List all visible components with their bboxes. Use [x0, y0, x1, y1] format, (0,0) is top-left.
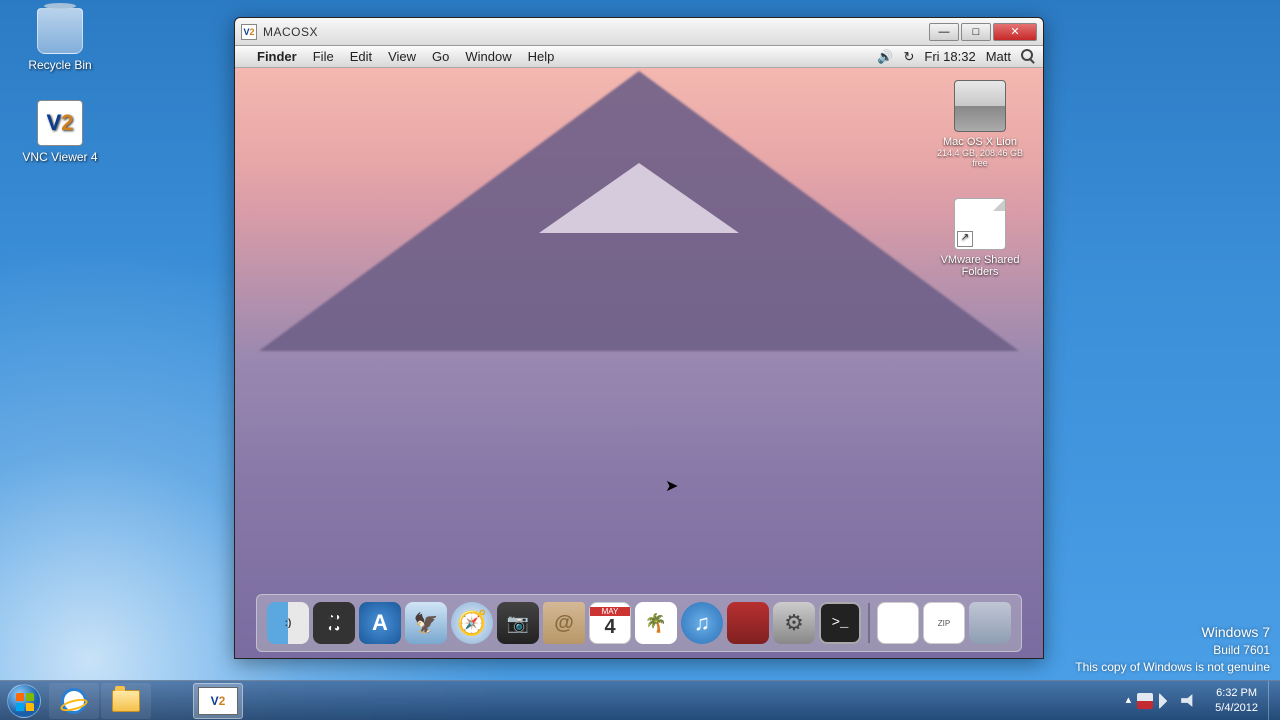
vnc-window-title: MACOSX — [263, 25, 318, 39]
vnc-titlebar[interactable]: V2 MACOSX — □ ✕ — [235, 18, 1043, 46]
windows-taskbar: V2 ▴ 6:32 PM 5/4/2012 — [0, 680, 1280, 720]
ie-icon — [61, 688, 87, 714]
taskbar-vnc-viewer[interactable]: V2 — [193, 683, 243, 719]
dock-zip-file[interactable] — [923, 602, 965, 644]
tray-network-icon[interactable] — [1159, 693, 1175, 709]
menu-edit[interactable]: Edit — [350, 49, 372, 64]
vnc-viewer-label: VNC Viewer 4 — [20, 150, 100, 164]
vnc-thumb-icon: V2 — [198, 687, 238, 715]
dock-itunes[interactable] — [681, 602, 723, 644]
dock-terminal[interactable] — [819, 602, 861, 644]
mac-dock: ◔◑◐◕ MAY 4 — [256, 594, 1022, 652]
dock-iphoto[interactable] — [635, 602, 677, 644]
dock-trash[interactable] — [969, 602, 1011, 644]
desktop-vmware-folders[interactable]: VMware Shared Folders — [935, 198, 1025, 278]
start-button[interactable] — [0, 681, 48, 720]
system-tray: ▴ 6:32 PM 5/4/2012 — [1118, 681, 1280, 720]
taskbar-explorer[interactable] — [101, 683, 151, 719]
dock-dashboard[interactable]: ◔◑◐◕ — [313, 602, 355, 644]
maximize-button[interactable]: □ — [961, 23, 991, 41]
vmware-folders-label: VMware Shared Folders — [935, 254, 1025, 278]
menu-view[interactable]: View — [388, 49, 416, 64]
windows-watermark: Windows 7 Build 7601 This copy of Window… — [1075, 623, 1270, 676]
dock-finder[interactable] — [267, 602, 309, 644]
dock-appstore[interactable] — [359, 602, 401, 644]
menubar-clock[interactable]: Fri 18:32 — [924, 49, 975, 64]
dock-safari[interactable] — [451, 602, 493, 644]
menu-window[interactable]: Window — [465, 49, 511, 64]
cal-day: 4 — [604, 616, 615, 639]
watermark-line1: Windows 7 — [1075, 623, 1270, 643]
vnc-viewer-icon: V2 — [37, 100, 83, 146]
volume-icon[interactable]: 🔊 — [877, 49, 893, 65]
dock-separator — [868, 603, 870, 643]
watermark-line2: Build 7601 — [1075, 642, 1270, 659]
mac-menubar: Finder File Edit View Go Window Help 🔊 ↻… — [235, 46, 1043, 68]
watermark-line3: This copy of Windows is not genuine — [1075, 659, 1270, 676]
desktop-icon-vnc-viewer[interactable]: V2 VNC Viewer 4 — [20, 100, 100, 164]
spotlight-icon[interactable] — [1021, 49, 1033, 64]
start-orb-icon — [7, 684, 41, 718]
menu-file[interactable]: File — [313, 49, 334, 64]
menu-app-name[interactable]: Finder — [257, 49, 297, 64]
clock-date: 5/4/2012 — [1215, 701, 1258, 715]
clock-time: 6:32 PM — [1215, 686, 1258, 700]
alias-file-icon — [954, 198, 1006, 250]
vnc-titlebar-icon: V2 — [241, 24, 257, 40]
mac-remote-screen: Finder File Edit View Go Window Help 🔊 ↻… — [235, 46, 1043, 658]
recycle-bin-icon — [37, 8, 83, 54]
cursor-icon: ➤ — [665, 476, 678, 496]
menubar-user[interactable]: Matt — [986, 49, 1011, 64]
hdd-icon — [954, 80, 1006, 132]
dock-photo-booth[interactable] — [727, 602, 769, 644]
show-desktop-button[interactable] — [1268, 681, 1280, 720]
menu-help[interactable]: Help — [528, 49, 555, 64]
desktop-icon-recycle-bin[interactable]: Recycle Bin — [20, 8, 100, 72]
mac-desktop[interactable]: ➤ Mac OS X Lion 214.4 GB, 208.46 GB free… — [235, 68, 1043, 658]
time-machine-icon[interactable]: ↻ — [903, 49, 914, 65]
tray-action-center-icon[interactable] — [1137, 693, 1153, 709]
dock-address-book[interactable] — [543, 602, 585, 644]
taskbar-ie[interactable] — [49, 683, 99, 719]
desktop-hdd[interactable]: Mac OS X Lion 214.4 GB, 208.46 GB free — [935, 80, 1025, 168]
minimize-button[interactable]: — — [929, 23, 959, 41]
dock-system-preferences[interactable] — [773, 602, 815, 644]
dock-facetime[interactable] — [497, 602, 539, 644]
menu-go[interactable]: Go — [432, 49, 449, 64]
recycle-bin-label: Recycle Bin — [20, 58, 100, 72]
dock-document[interactable] — [877, 602, 919, 644]
tray-volume-icon[interactable] — [1181, 693, 1197, 709]
hdd-name: Mac OS X Lion — [935, 136, 1025, 148]
tray-show-hidden[interactable]: ▴ — [1126, 693, 1132, 709]
cal-month: MAY — [590, 607, 630, 616]
close-button[interactable]: ✕ — [993, 23, 1037, 41]
dock-ical[interactable]: MAY 4 — [589, 602, 631, 644]
vnc-window: V2 MACOSX — □ ✕ Finder File Edit View Go… — [234, 17, 1044, 659]
hdd-info: 214.4 GB, 208.46 GB free — [935, 148, 1025, 168]
dock-mail[interactable] — [405, 602, 447, 644]
taskbar-clock[interactable]: 6:32 PM 5/4/2012 — [1205, 686, 1268, 715]
folder-icon — [112, 690, 140, 712]
wallpaper-snowcap — [539, 163, 739, 233]
